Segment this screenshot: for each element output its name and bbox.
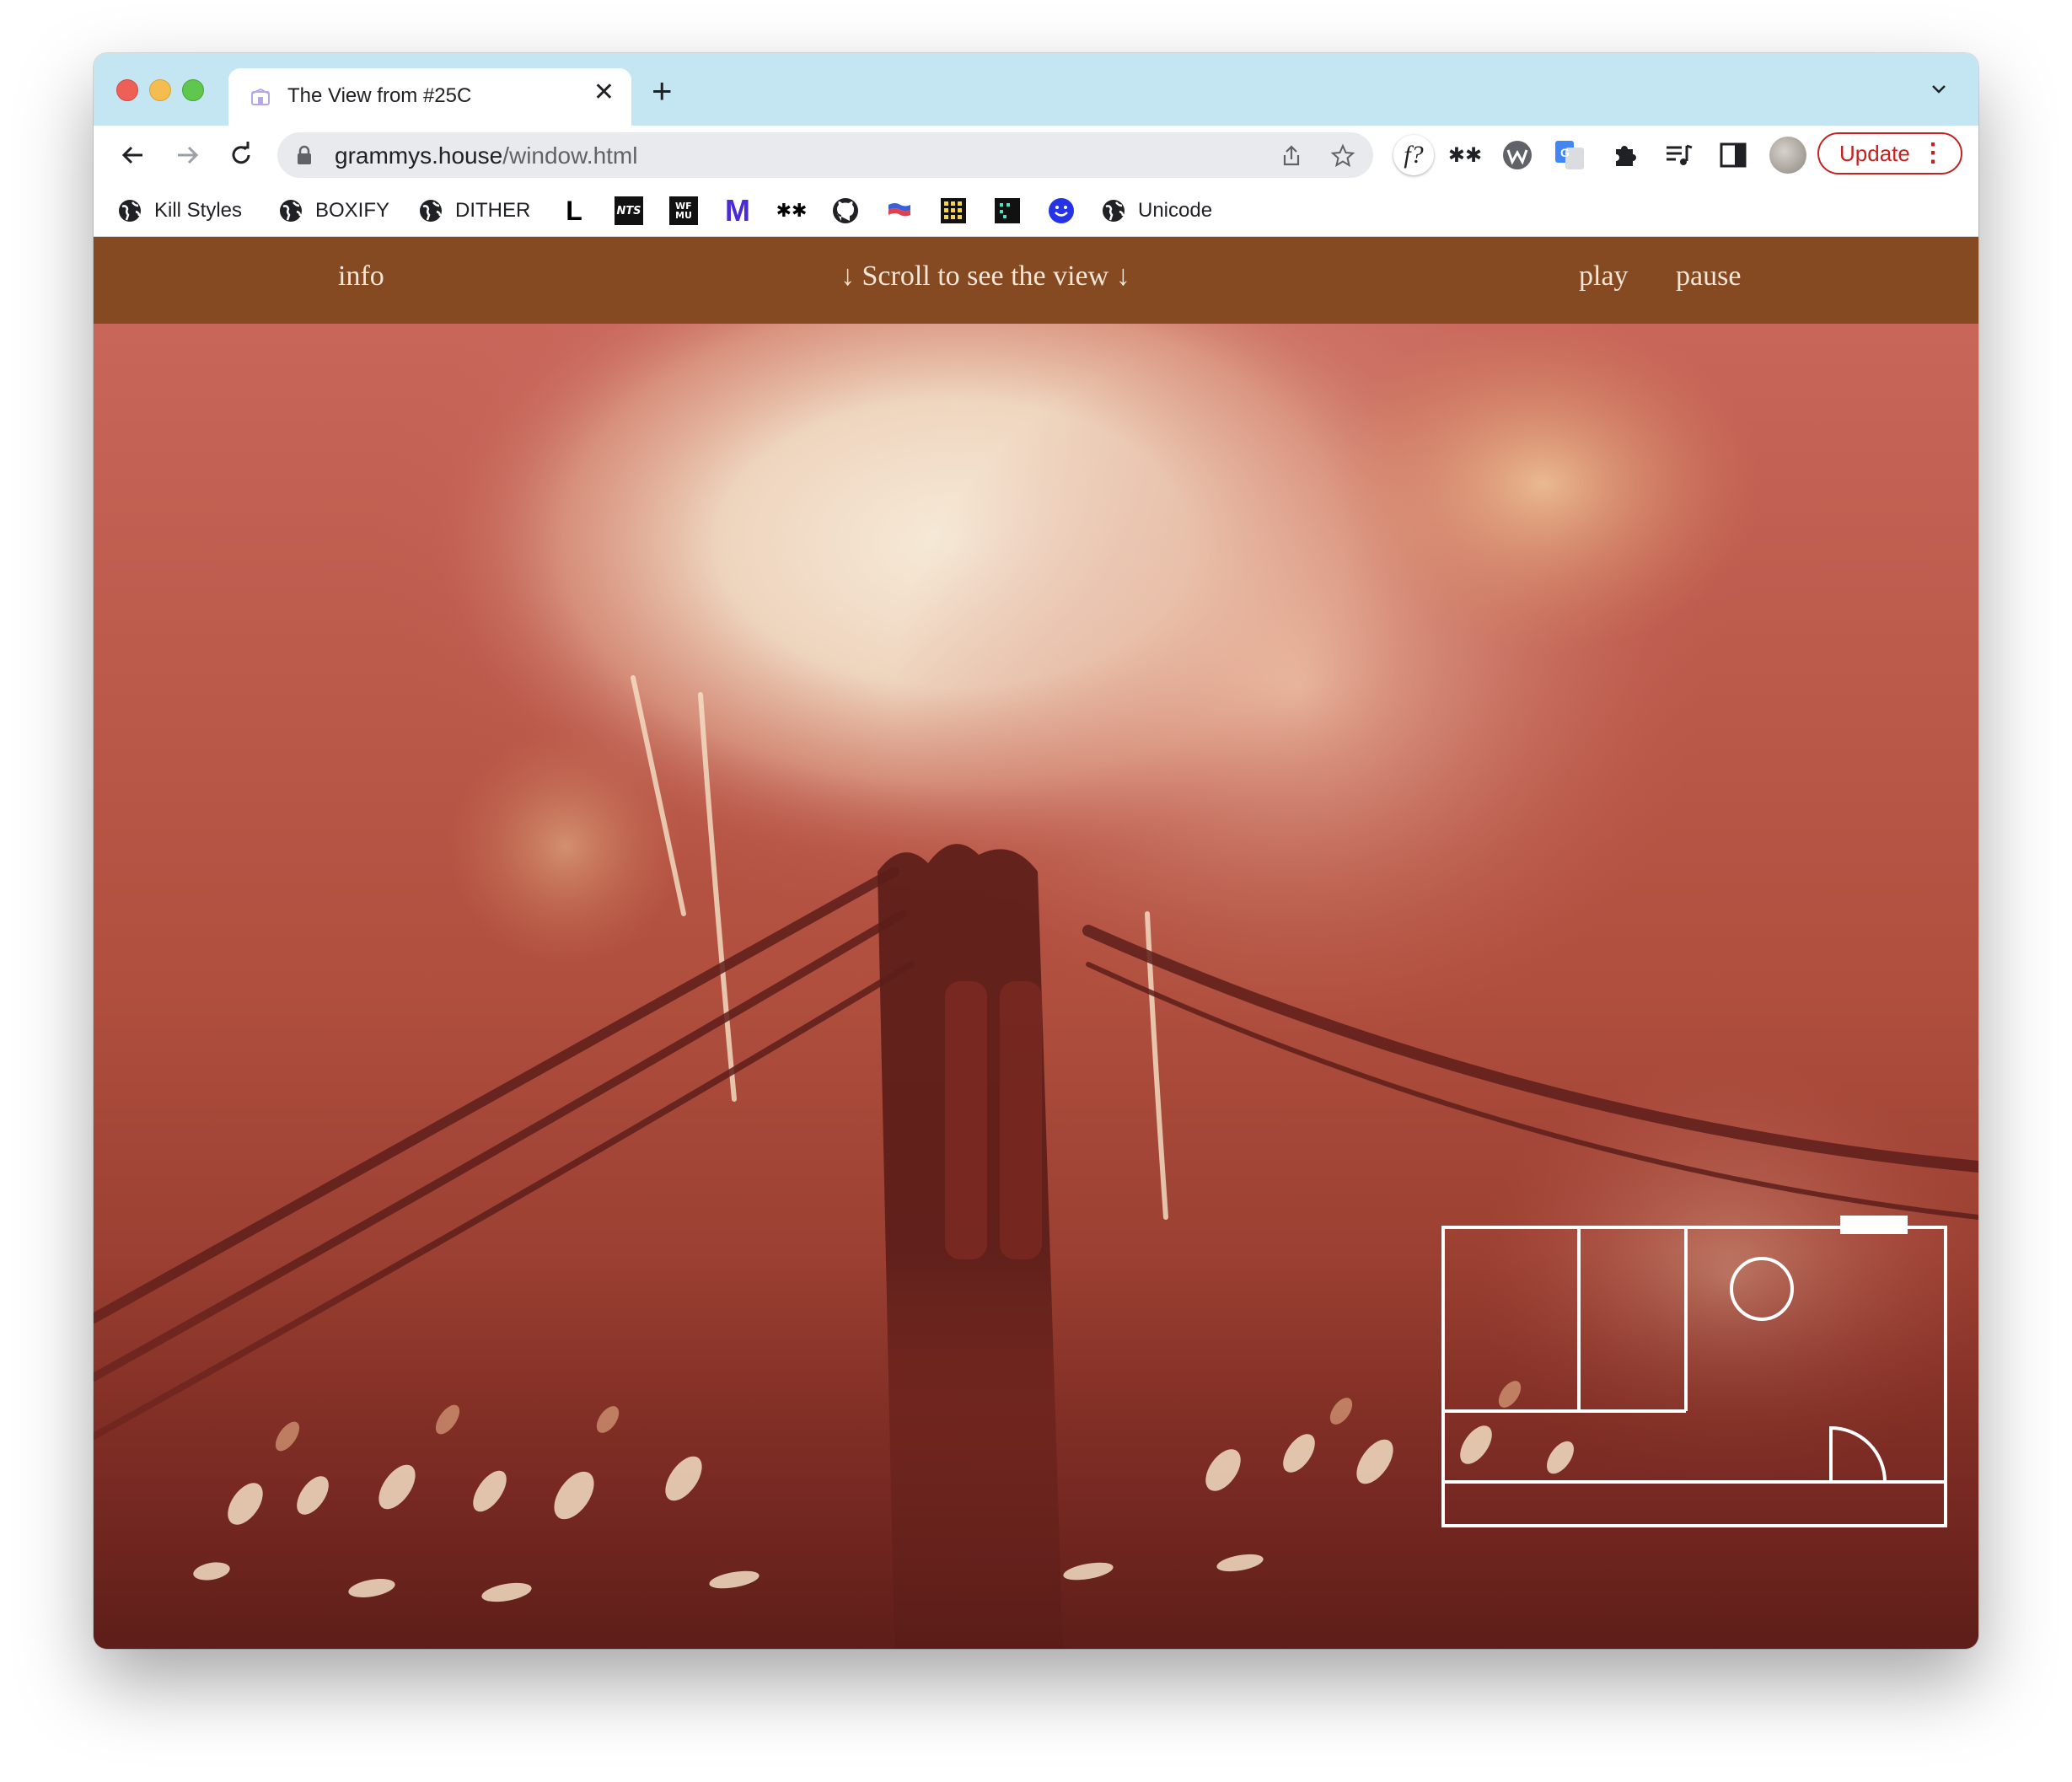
reload-icon[interactable] [225, 139, 257, 171]
profile-avatar[interactable] [1769, 137, 1806, 174]
tab-active[interactable]: The View from #25C ✕ [228, 68, 631, 126]
smiley-icon[interactable] [1047, 196, 1076, 225]
pause-link[interactable]: pause [1676, 260, 1741, 293]
share-icon[interactable] [1279, 143, 1304, 169]
page-content: info ↓ Scroll to see the view ↓ play pau… [94, 237, 1978, 1649]
tab-strip: The View from #25C ✕ + [94, 53, 1978, 126]
side-panel-icon[interactable] [1717, 139, 1749, 171]
close-window-button[interactable] [116, 79, 138, 101]
bookmark-unicode[interactable]: Unicode [1101, 196, 1212, 225]
bookmark-wfmu-icon[interactable]: WF MU [669, 196, 698, 225]
media-queue-icon[interactable] [1663, 139, 1695, 171]
bookmark-boxify[interactable]: BOXIFY [278, 196, 389, 225]
bookmark-m-icon[interactable]: M [723, 193, 752, 228]
house-icon [251, 89, 270, 105]
toolbar: grammys.house/window.html f? ✱✱ G Update… [94, 126, 1978, 185]
chevron-down-icon[interactable] [1928, 78, 1950, 100]
site-nav: info ↓ Scroll to see the view ↓ play pau… [94, 237, 1978, 324]
url-text[interactable]: grammys.house/window.html [335, 142, 637, 169]
svg-text:G: G [1560, 146, 1570, 159]
back-arrow-icon[interactable] [117, 139, 149, 171]
floorplan-map[interactable] [1441, 1216, 1956, 1527]
font-question-icon[interactable]: f? [1393, 135, 1434, 175]
bookmarks-bar: Kill Styles BOXIFY DITHER L NTS WF MU M ✱… [94, 185, 1978, 237]
lock-icon[interactable] [296, 145, 313, 165]
globe-icon [280, 200, 302, 222]
info-link[interactable]: info [338, 260, 384, 293]
scroll-hint: ↓ Scroll to see the view ↓ [840, 260, 1130, 292]
github-icon[interactable] [831, 196, 860, 225]
zoom-window-button[interactable] [182, 79, 204, 101]
bookmark-nts-icon[interactable]: NTS [615, 196, 643, 225]
update-button[interactable]: Update ⋮ [1817, 132, 1962, 174]
floorplan-table-icon [1730, 1257, 1794, 1321]
flag-icon[interactable] [885, 196, 914, 225]
bookmark-l-icon[interactable]: L [560, 196, 588, 226]
floorplan-door-icon [1829, 1425, 1887, 1483]
tab-title: The View from #25C [287, 84, 472, 107]
double-asterisk-icon[interactable]: ✱✱ [1448, 139, 1482, 171]
bookmark-kill-styles[interactable]: Kill Styles [117, 196, 242, 225]
address-bar[interactable]: grammys.house/window.html [277, 132, 1373, 178]
floorplan-window-marker [1840, 1216, 1908, 1234]
globe-icon [119, 200, 141, 222]
menu-dots-icon[interactable]: ⋮ [1920, 134, 1946, 173]
w-circle-icon[interactable] [1501, 139, 1533, 171]
play-link[interactable]: play [1579, 260, 1629, 293]
puzzle-icon[interactable] [1609, 139, 1641, 171]
grid-icon[interactable] [939, 196, 968, 225]
browser-window: The View from #25C ✕ + grammys.house/win… [94, 53, 1978, 1649]
bookmark-dither[interactable]: DITHER [418, 196, 530, 225]
minimize-window-button[interactable] [149, 79, 171, 101]
globe-icon [420, 200, 442, 222]
bookmark-asterisk-icon[interactable]: ✱✱ [776, 196, 808, 225]
bookmark-star-icon[interactable] [1330, 143, 1355, 169]
google-translate-icon[interactable]: G [1554, 139, 1586, 171]
forward-arrow-icon[interactable] [171, 139, 203, 171]
pixel-icon[interactable] [993, 196, 1022, 225]
globe-icon [1103, 200, 1125, 222]
new-tab-icon[interactable]: + [652, 73, 673, 109]
close-tab-icon[interactable]: ✕ [593, 80, 615, 105]
